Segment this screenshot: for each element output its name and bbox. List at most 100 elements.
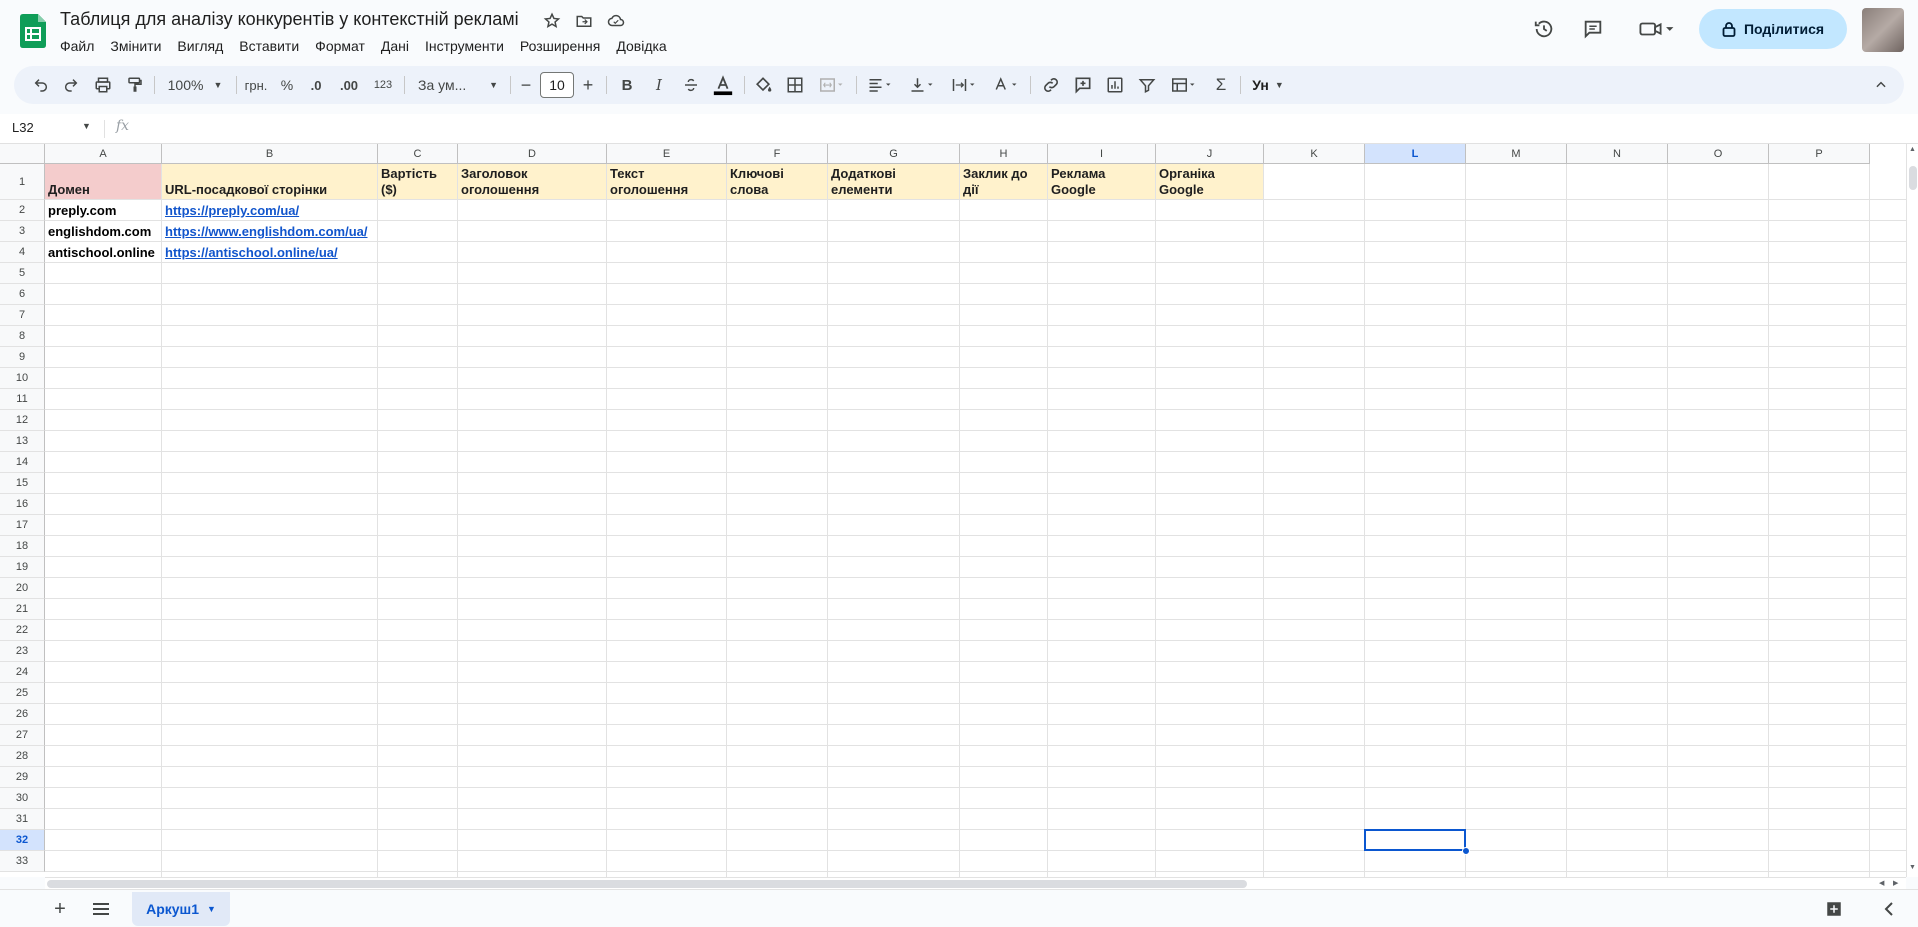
menu-view[interactable]: Вигляд	[169, 36, 231, 56]
collapse-toolbar-icon[interactable]	[1868, 66, 1894, 104]
row-header-10[interactable]: 10	[0, 368, 45, 389]
header-cell-domain[interactable]: Домен	[45, 164, 162, 199]
row-header-13[interactable]: 13	[0, 431, 45, 452]
column-header-i[interactable]: I	[1048, 144, 1156, 164]
horizontal-scroll-thumb[interactable]	[47, 880, 1247, 888]
vertical-scroll-thumb[interactable]	[1909, 166, 1917, 190]
formula-input[interactable]	[140, 114, 1900, 144]
row-header-16[interactable]: 16	[0, 494, 45, 515]
row-header-25[interactable]: 25	[0, 683, 45, 704]
number-format-button[interactable]: 123	[368, 66, 398, 104]
star-icon[interactable]	[541, 10, 563, 32]
row-header-22[interactable]: 22	[0, 620, 45, 641]
menu-extensions[interactable]: Розширення	[512, 36, 608, 56]
header-cell-extensions[interactable]: Додаткові елементи	[828, 164, 960, 199]
row-header-30[interactable]: 30	[0, 788, 45, 809]
cloud-status-icon[interactable]	[605, 10, 627, 32]
sheet-tab-active[interactable]: Аркуш1 ▼	[132, 892, 230, 926]
row-header-31[interactable]: 31	[0, 809, 45, 830]
currency-format-button[interactable]: грн.	[240, 66, 272, 104]
menu-help[interactable]: Довідка	[608, 36, 674, 56]
vertical-align-icon[interactable]	[904, 66, 940, 104]
side-panel-toggle-icon[interactable]	[1876, 896, 1902, 922]
column-header-j[interactable]: J	[1156, 144, 1264, 164]
functions-button[interactable]: Σ	[1208, 66, 1234, 104]
select-all-corner[interactable]	[0, 144, 45, 164]
column-header-o[interactable]: O	[1668, 144, 1769, 164]
column-header-d[interactable]: D	[458, 144, 607, 164]
paint-format-icon[interactable]	[122, 66, 148, 104]
row-header-12[interactable]: 12	[0, 410, 45, 431]
row-header-4[interactable]: 4	[0, 242, 45, 263]
row-header-2[interactable]: 2	[0, 200, 45, 221]
menu-insert[interactable]: Вставити	[231, 36, 307, 56]
row-header-3[interactable]: 3	[0, 221, 45, 242]
borders-icon[interactable]	[782, 66, 808, 104]
row-header-7[interactable]: 7	[0, 305, 45, 326]
chevron-down-icon[interactable]: ▼	[207, 904, 216, 914]
version-history-icon[interactable]	[1529, 14, 1559, 44]
row-header-33[interactable]: 33	[0, 851, 45, 872]
domain-cell[interactable]: preply.com	[45, 200, 162, 221]
avatar[interactable]	[1862, 8, 1904, 52]
column-header-c[interactable]: C	[378, 144, 458, 164]
increase-decimal-button[interactable]: .00	[334, 66, 364, 104]
row-header-6[interactable]: 6	[0, 284, 45, 305]
vertical-scrollbar[interactable]: ▲ ▼	[1906, 144, 1918, 877]
row-header-28[interactable]: 28	[0, 746, 45, 767]
insert-comment-icon[interactable]	[1070, 66, 1096, 104]
move-folder-icon[interactable]	[573, 10, 595, 32]
row-header-9[interactable]: 9	[0, 347, 45, 368]
selection-fill-handle[interactable]	[1462, 847, 1470, 855]
strikethrough-icon[interactable]	[678, 66, 704, 104]
menu-edit[interactable]: Змінити	[102, 36, 169, 56]
row-header-19[interactable]: 19	[0, 557, 45, 578]
menu-data[interactable]: Дані	[373, 36, 417, 56]
decrease-decimal-button[interactable]: .0	[302, 66, 330, 104]
row-header-11[interactable]: 11	[0, 389, 45, 410]
redo-icon[interactable]	[58, 66, 84, 104]
domain-cell[interactable]: englishdom.com	[45, 221, 162, 242]
header-cell-url[interactable]: URL-посадкової сторінки	[162, 164, 378, 199]
header-cell-google-ads[interactable]: Реклама Google	[1048, 164, 1156, 199]
text-rotation-icon[interactable]	[988, 66, 1024, 104]
all-sheets-icon[interactable]	[88, 896, 114, 922]
column-header-m[interactable]: M	[1466, 144, 1567, 164]
text-color-icon[interactable]	[710, 66, 736, 104]
add-sheet-icon[interactable]: +	[47, 896, 73, 922]
print-icon[interactable]	[90, 66, 116, 104]
filter-icon[interactable]	[1134, 66, 1160, 104]
row-header-5[interactable]: 5	[0, 263, 45, 284]
chevron-down-icon[interactable]: ▼	[82, 121, 91, 131]
text-wrapping-icon[interactable]	[946, 66, 982, 104]
column-header-l[interactable]: L	[1365, 144, 1466, 164]
row-header-27[interactable]: 27	[0, 725, 45, 746]
row-header-17[interactable]: 17	[0, 515, 45, 536]
merge-cells-icon[interactable]	[814, 66, 850, 104]
column-header-a[interactable]: A	[45, 144, 162, 164]
url-link[interactable]: https://www.englishdom.com/ua/	[162, 221, 378, 242]
insert-link-icon[interactable]	[1038, 66, 1064, 104]
document-title[interactable]: Таблиця для аналізу конкурентів у контек…	[60, 9, 519, 30]
header-cell-cta[interactable]: Заклик до дії	[960, 164, 1048, 199]
font-family-select[interactable]: За ум... ▼	[412, 66, 504, 104]
header-cell-ad-text[interactable]: Текст оголошення	[607, 164, 727, 199]
column-header-n[interactable]: N	[1567, 144, 1668, 164]
header-cell-ad-title[interactable]: Заголовок оголошення	[458, 164, 607, 199]
row-header-1[interactable]: 1	[0, 164, 45, 200]
header-cell-cost[interactable]: Вартість ($)	[378, 164, 458, 199]
meet-camera-icon[interactable]	[1634, 14, 1678, 44]
domain-cell[interactable]: antischool.online	[45, 242, 162, 263]
header-cell-google-organic[interactable]: Органіка Google	[1156, 164, 1264, 199]
comments-icon[interactable]	[1578, 14, 1608, 44]
name-box[interactable]: L32 ▼	[12, 120, 91, 135]
horizontal-align-icon[interactable]	[862, 66, 898, 104]
column-header-p[interactable]: P	[1769, 144, 1870, 164]
input-tools-button[interactable]: Ун ▼	[1248, 66, 1288, 104]
row-header-29[interactable]: 29	[0, 767, 45, 788]
insert-chart-icon[interactable]	[1102, 66, 1128, 104]
percent-format-button[interactable]: %	[276, 66, 298, 104]
bold-button[interactable]: B	[614, 66, 640, 104]
column-header-k[interactable]: K	[1264, 144, 1365, 164]
increase-font-size-icon[interactable]: +	[578, 66, 598, 104]
